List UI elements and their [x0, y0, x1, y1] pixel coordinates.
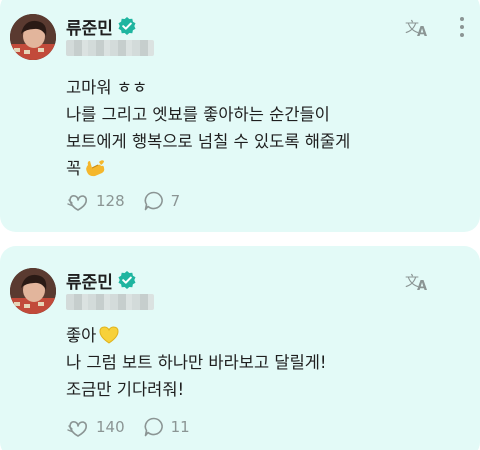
like-button[interactable]: 140 — [66, 416, 125, 438]
post-text-line: 보트에게 행복으로 넘칠 수 있도록 해줄게 — [66, 132, 351, 151]
svg-text:A: A — [417, 25, 427, 40]
post-text-line: 조금만 기다려줘! — [66, 380, 185, 399]
author-name[interactable]: 류준민 — [66, 14, 113, 39]
svg-text:A: A — [417, 279, 427, 294]
like-count: 128 — [96, 192, 125, 210]
verified-badge-icon — [117, 270, 137, 290]
speech-bubble-icon — [144, 417, 163, 437]
translate-icon[interactable]: 文 A — [404, 14, 430, 40]
heart-hands-icon — [67, 195, 87, 211]
author-name[interactable]: 류준민 — [66, 268, 113, 293]
blurred-handle — [66, 294, 154, 310]
post-body: 고마워 ㅎㅎ 나를 그리고 엣뵤를 좋아하는 순간들이 보트에게 행복으로 넘칠… — [66, 74, 350, 182]
speech-bubble-icon — [144, 191, 163, 211]
post-text-line: 나 그럼 보트 하나만 바라보고 달릴게! — [66, 353, 327, 372]
verified-badge-icon — [117, 16, 137, 36]
more-vertical-icon[interactable] — [456, 16, 468, 38]
post-actions: 140 11 — [66, 416, 208, 438]
comment-button[interactable]: 11 — [143, 416, 190, 438]
like-button[interactable]: 128 — [66, 190, 125, 212]
heart-hands-icon — [67, 421, 87, 437]
comment-button[interactable]: 7 — [143, 190, 181, 212]
post-text-line: 고마워 ㅎㅎ — [66, 78, 148, 97]
post-body: 좋아 나 그럼 보트 하나만 바라보고 달릴게! 조금만 기다려줘! — [66, 322, 327, 403]
translate-icon[interactable]: 文 A — [404, 268, 430, 294]
avatar[interactable] — [10, 268, 56, 314]
blurred-handle — [66, 40, 154, 56]
post-actions: 128 7 — [66, 190, 198, 212]
post-text-line: 좋아 — [66, 322, 327, 349]
avatar[interactable] — [10, 14, 56, 60]
comment-count: 7 — [170, 192, 181, 210]
post-text-line: 나를 그리고 엣뵤를 좋아하는 순간들이 — [66, 105, 330, 124]
post-card[interactable]: 류준민 文 A 고마워 ㅎㅎ 나를 그리고 엣뵤를 좋아하는 순간들이 보트에게… — [0, 0, 480, 232]
post-card[interactable]: 류준민 文 A 좋아 나 그럼 보트 하나만 바라보고 달릴게! 조금만 기다려… — [0, 246, 480, 450]
post-text-line-last: 꼭 — [66, 155, 350, 182]
like-count: 140 — [96, 418, 125, 436]
comment-count: 11 — [170, 418, 190, 436]
call-me-hand-emoji — [83, 156, 107, 186]
